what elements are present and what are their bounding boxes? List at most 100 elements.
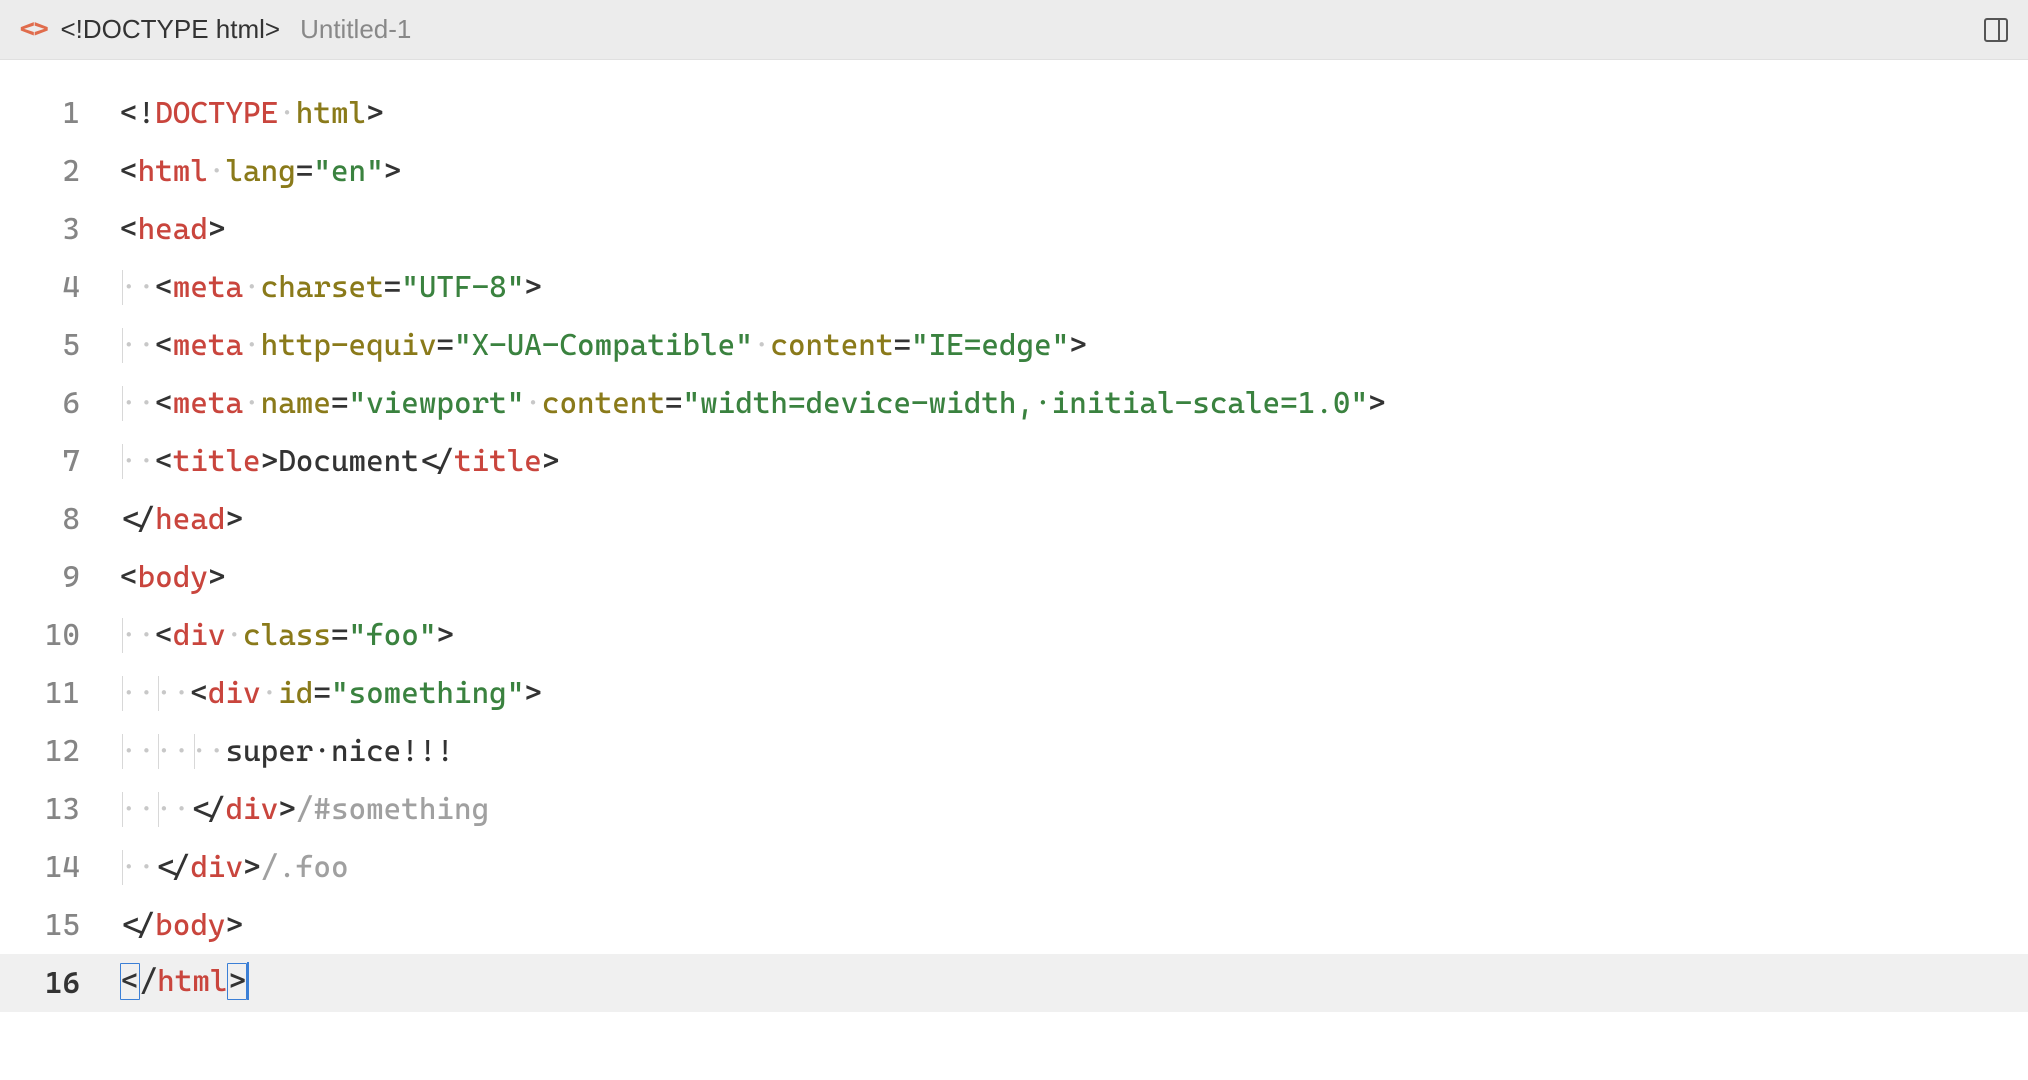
syntax-token: "something" <box>331 676 524 711</box>
code-content[interactable]: <html·lang="en"> <box>120 154 2028 189</box>
code-content[interactable]: ····<div·id="something"> <box>120 676 2028 711</box>
code-line[interactable]: 13····</div>/#something <box>0 780 2028 838</box>
split-editor-icon[interactable] <box>1984 18 2008 42</box>
code-line[interactable]: 1<!DOCTYPE·html> <box>0 84 2028 142</box>
syntax-token: head <box>138 212 208 247</box>
syntax-token: http-equiv <box>261 328 437 363</box>
code-editor[interactable]: 1<!DOCTYPE·html>2<html·lang="en">3<head>… <box>0 60 2028 1012</box>
line-number: 5 <box>0 328 120 363</box>
code-line[interactable]: 10··<div·class="foo"> <box>0 606 2028 664</box>
indent-guide <box>122 444 123 479</box>
syntax-token: = <box>331 618 349 653</box>
code-content[interactable]: <body> <box>120 560 2028 595</box>
code-line[interactable]: 9<body> <box>0 548 2028 606</box>
syntax-token: "en" <box>313 154 383 189</box>
code-line[interactable]: 5··<meta·http-equiv="X-UA-Compatible"·co… <box>0 316 2028 374</box>
line-number: 6 <box>0 386 120 421</box>
line-number: 7 <box>0 444 120 479</box>
tab-filename: Untitled-1 <box>300 14 411 45</box>
syntax-token: · <box>524 386 542 421</box>
syntax-token: > <box>225 908 243 943</box>
syntax-token: > <box>524 270 542 305</box>
code-line[interactable]: 6··<meta·name="viewport"·content="width=… <box>0 374 2028 432</box>
line-number: 16 <box>0 966 120 1001</box>
syntax-token: ! <box>138 96 156 131</box>
syntax-token: /#something <box>296 792 489 827</box>
code-content[interactable]: ··<title>Document</title> <box>120 444 2028 479</box>
line-number: 11 <box>0 676 120 711</box>
syntax-token: > <box>225 502 243 537</box>
syntax-token: class <box>243 618 331 653</box>
code-line[interactable]: 14··</div>/.foo <box>0 838 2028 896</box>
code-line[interactable]: 16</html> <box>0 954 2028 1012</box>
syntax-token: > <box>436 618 454 653</box>
syntax-token: < <box>155 444 173 479</box>
code-file-icon: <> <box>20 15 46 45</box>
code-content[interactable]: ··<meta·http-equiv="X-UA-Compatible"·con… <box>120 328 2028 363</box>
code-content[interactable]: ··</div>/.foo <box>120 850 2028 885</box>
code-content[interactable]: ····</div>/#something <box>120 792 2028 827</box>
code-content[interactable]: ······super·nice!!! <box>120 734 2028 769</box>
syntax-token: > <box>1069 328 1087 363</box>
syntax-token: super·nice!!! <box>225 734 454 769</box>
code-content[interactable]: ··<div·class="foo"> <box>120 618 2028 653</box>
line-number: 15 <box>0 908 120 943</box>
code-line[interactable]: 15</body> <box>0 896 2028 954</box>
line-number: 2 <box>0 154 120 189</box>
syntax-token: ·· <box>120 270 155 305</box>
syntax-token: charset <box>261 270 384 305</box>
code-content[interactable]: </head> <box>120 502 2028 537</box>
syntax-token: name <box>261 386 331 421</box>
syntax-token: title <box>454 444 542 479</box>
code-line[interactable]: 3<head> <box>0 200 2028 258</box>
code-content[interactable]: </html> <box>120 964 2028 1002</box>
code-line[interactable]: 8</head> <box>0 490 2028 548</box>
syntax-token: DOCTYPE <box>155 96 278 131</box>
code-line[interactable]: 7··<title>Document</title> <box>0 432 2028 490</box>
code-line[interactable]: 4··<meta·charset="UTF-8"> <box>0 258 2028 316</box>
indent-guide <box>122 676 123 711</box>
code-content[interactable]: <!DOCTYPE·html> <box>120 96 2028 131</box>
code-line[interactable]: 11····<div·id="something"> <box>0 664 2028 722</box>
syntax-token: · <box>208 154 226 189</box>
syntax-token: < <box>155 386 173 421</box>
syntax-token: > <box>208 212 226 247</box>
code-content[interactable]: </body> <box>120 908 2028 943</box>
indent-guide <box>158 792 159 827</box>
syntax-token: "X-UA-Compatible" <box>454 328 753 363</box>
syntax-token: body <box>155 908 225 943</box>
line-number: 14 <box>0 850 120 885</box>
syntax-token: = <box>893 328 911 363</box>
syntax-token: "UTF-8" <box>401 270 524 305</box>
code-content[interactable]: ··<meta·charset="UTF-8"> <box>120 270 2028 305</box>
syntax-token: "foo" <box>349 618 437 653</box>
syntax-token: content <box>770 328 893 363</box>
tab-title: <!DOCTYPE html> <box>60 14 280 45</box>
syntax-token: = <box>331 386 349 421</box>
syntax-token: "width=device-width,·initial-scale=1.0" <box>683 386 1369 421</box>
tab-bar: <> <!DOCTYPE html> Untitled-1 <box>0 0 2028 60</box>
indent-guide <box>122 792 123 827</box>
syntax-token: ·· <box>120 328 155 363</box>
syntax-token: < <box>155 328 173 363</box>
syntax-token: · <box>261 676 279 711</box>
line-number: 8 <box>0 502 120 537</box>
syntax-token: > <box>384 154 402 189</box>
editor-tab[interactable]: <> <!DOCTYPE html> Untitled-1 <box>20 14 411 45</box>
syntax-token: < <box>155 618 173 653</box>
indent-guide <box>122 734 123 769</box>
syntax-token: < <box>155 270 173 305</box>
syntax-token: > <box>227 963 247 1000</box>
syntax-token: > <box>542 444 560 479</box>
syntax-token: content <box>542 386 665 421</box>
syntax-token: div <box>190 850 243 885</box>
code-content[interactable]: ··<meta·name="viewport"·content="width=d… <box>120 386 2028 421</box>
indent-guide <box>122 386 123 421</box>
syntax-token: · <box>243 328 261 363</box>
code-line[interactable]: 12······super·nice!!! <box>0 722 2028 780</box>
code-content[interactable]: <head> <box>120 212 2028 247</box>
syntax-token: = <box>384 270 402 305</box>
code-line[interactable]: 2<html·lang="en"> <box>0 142 2028 200</box>
syntax-token: > <box>1368 386 1386 421</box>
syntax-token: < <box>120 154 138 189</box>
